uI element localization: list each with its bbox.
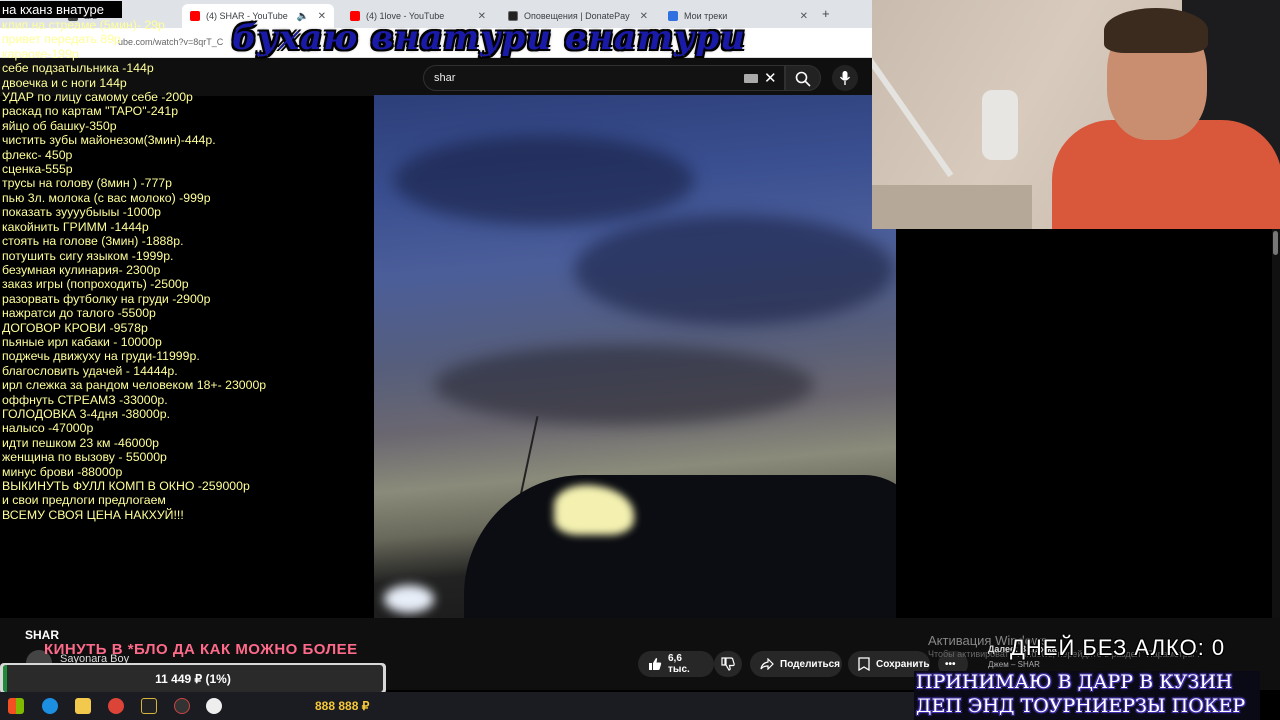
price-list-item: благословить удачей - 14444р. (2, 363, 178, 378)
price-list-item: раскад по картам "ТАРО"-241р (2, 104, 179, 119)
search-input[interactable]: shar (434, 72, 455, 84)
price-list-item: трусы на голову (8мин ) -777р (2, 176, 172, 191)
video-cloud (434, 345, 814, 425)
price-list-item: заказ игры (попроходить) -2500р (2, 277, 189, 292)
related-panel (896, 229, 1280, 629)
price-list-item: нажратси до талого -5500р (2, 306, 156, 321)
edge-icon[interactable] (42, 698, 58, 714)
marquee-text: бухаю внатури внатури (232, 18, 746, 58)
like-button[interactable]: 6,6 тыс. (638, 651, 714, 677)
folder-icon[interactable] (75, 698, 91, 714)
price-list-item: клип на стреаме (5мин)- 29р (2, 18, 165, 32)
video-headlight (384, 585, 434, 613)
price-list-item: сценка-555р (2, 162, 73, 177)
webcam-feed (872, 0, 1280, 229)
video-player[interactable] (374, 95, 896, 618)
donation-goal-bar: 11 449 ₽ (1%) (0, 663, 386, 694)
voice-search-button[interactable] (832, 65, 858, 91)
thumbs-down-icon (721, 657, 735, 671)
price-list-item: пьяные ирл кабаки - 10000р (2, 334, 162, 349)
app-icon[interactable] (174, 698, 190, 714)
share-icon (760, 658, 774, 670)
clear-search-icon[interactable]: ✕ (764, 69, 777, 87)
promo-line: ПРИНИМАЮ В ДАРР В КУЗИН (916, 671, 1233, 693)
price-list-item: оффнуть СТРЕАМЗ -33000р. (2, 392, 168, 407)
like-count: 6,6 тыс. (668, 653, 690, 675)
price-list-item: безумная кулинария- 2300р (2, 262, 161, 277)
days-sober-counter: ДНЕЙ БЕЗ АЛКО: 0 (1010, 635, 1226, 660)
price-list-item: стоять на голове (3мин) -1888р. (2, 234, 184, 249)
price-list-item: яйцо об башку-350р (2, 118, 117, 133)
price-list-item: ВЫКИНУТЬ ФУЛЛ КОМП В ОКНО -259000р (2, 479, 250, 493)
save-label: Сохранить (876, 658, 930, 670)
price-list-item: и свои предлоги предлогаем (2, 493, 166, 508)
new-tab-button[interactable]: + (822, 6, 830, 21)
up-next-subtitle: Джем – SHAR (988, 660, 1040, 669)
chrome-icon[interactable] (108, 698, 124, 714)
promo-line: ДЕП ЭНД ТОУРНИЕРЗЫ ПОКЕР (916, 695, 1246, 717)
price-list-item: поджечь движуху на груди-11999р. (2, 349, 200, 364)
channel-name[interactable]: SHAR (25, 628, 59, 642)
donation-goal-text: 11 449 ₽ (1%) (155, 672, 231, 686)
search-icon (795, 71, 811, 87)
webcam-sofa (872, 185, 1032, 229)
price-list-item: УДАР по лицу самому себе -200р (2, 90, 193, 105)
screen: ard (4) SHAR - YouTube 🔈 ✕ (4) 1love - Y… (0, 0, 1280, 720)
obs-icon[interactable] (206, 698, 222, 714)
share-button[interactable]: Поделиться (750, 651, 842, 677)
webcam-person-hair (1104, 8, 1208, 53)
search-box[interactable]: shar ✕ (423, 65, 785, 91)
scrollbar[interactable] (1272, 229, 1280, 629)
price-list: клип на стреаме (5мин)- 29р привет переда… (2, 18, 266, 522)
price-list-item: идти пешком 23 км -46000р (2, 435, 160, 450)
video-cloud (574, 215, 894, 325)
price-list-item: ВСЕМУ СВОЯ ЦЕНА НАКХУЙ!!! (2, 507, 184, 522)
overlay-title: на кханз внатуре (0, 1, 122, 18)
price-list-item: чистить зубы майонезом(3мин)-444р. (2, 133, 216, 148)
price-list-item: налысо -47000р (2, 421, 94, 436)
price-list-item: привет передать 89р (2, 32, 121, 47)
donation-ticker: КИНУТЬ В *БЛО ДА КАК МОЖНО БОЛЕЕ (44, 641, 358, 658)
close-icon[interactable]: ✕ (800, 11, 808, 22)
app-icon[interactable] (141, 698, 157, 714)
price-list-item: себе подзатыльника -144р (2, 61, 154, 76)
scrollbar-thumb[interactable] (1273, 231, 1278, 255)
start-icon[interactable] (8, 698, 24, 714)
price-list-item: ирл слежка за рандом человеком 18+- 2300… (2, 378, 267, 393)
price-list-item: женщина по вызову - 55000р (2, 450, 167, 465)
price-list-item: флекс- 450р (2, 147, 73, 162)
price-list-item: минус брови -88000р (2, 464, 123, 479)
bookmark-icon (858, 657, 870, 671)
share-label: Поделиться (780, 658, 841, 670)
taskbar-counter: 888 888 ₽ (315, 699, 370, 713)
webcam-mic-arm (872, 42, 954, 178)
promo-banner: ПРИНИМАЮ В ДАРР В КУЗИН ДЕП ЭНД ТОУРНИЕР… (914, 671, 1260, 720)
more-icon: ••• (945, 658, 956, 670)
keyboard-icon[interactable] (744, 74, 758, 83)
price-list-item: ДОГОВОР КРОВИ -9578р (2, 320, 148, 335)
price-list-item: ГОЛОДОВКА 3-4дня -38000р. (2, 406, 170, 421)
price-list-item: караоке-199р (2, 46, 79, 61)
video-car (464, 475, 896, 618)
webcam-microphone (982, 90, 1018, 160)
thumbs-up-icon (649, 658, 662, 670)
search-button[interactable] (785, 65, 821, 91)
windows-taskbar: 888 888 ₽ (0, 692, 914, 720)
microphone-icon (839, 71, 851, 85)
dislike-button[interactable] (714, 651, 742, 677)
price-list-item: какойнить ГРИММ -1444р (2, 219, 149, 234)
price-list-item: двоечка и с ноги 144р (2, 75, 127, 90)
video-cloud (394, 135, 694, 225)
price-list-item: потушить сигу языком -1999р. (2, 248, 174, 263)
donation-goal-track: 11 449 ₽ (1%) (3, 665, 383, 692)
price-list-item: показать зуууубыыы -1000р (2, 205, 162, 220)
price-list-item: разорвать футболку на груди -2900р (2, 291, 211, 306)
price-list-item: пью 3л. молока (с вас молоко) -999р (2, 190, 211, 205)
